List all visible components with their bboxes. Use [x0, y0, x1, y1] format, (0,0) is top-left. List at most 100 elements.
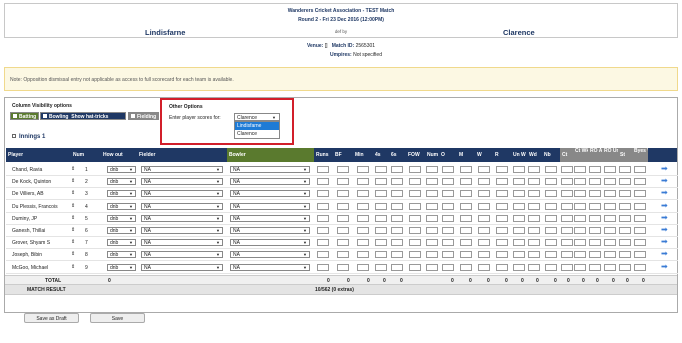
save-button[interactable]: Save — [90, 313, 145, 323]
m-input[interactable] — [459, 166, 472, 173]
fours-input[interactable] — [374, 190, 387, 198]
min-input[interactable] — [356, 202, 369, 210]
innings-title[interactable]: Innings 1 — [12, 134, 45, 140]
roas-input[interactable] — [589, 166, 601, 173]
rouna-input[interactable] — [603, 202, 616, 210]
save-draft-button[interactable]: Save as Draft — [24, 313, 79, 323]
runs-input[interactable] — [317, 166, 329, 173]
o-input[interactable] — [441, 214, 454, 222]
fielder-select[interactable]: NA ▼ — [141, 263, 223, 271]
arrow-right-icon[interactable]: ➡ — [661, 164, 668, 173]
reorder-icon[interactable]: ⇕ — [71, 203, 75, 209]
ctwk-input[interactable] — [574, 251, 586, 259]
st-input[interactable] — [619, 251, 631, 259]
o-input[interactable] — [441, 202, 454, 210]
roas-input[interactable] — [589, 251, 601, 259]
bowler-select[interactable]: NA ▼ — [230, 227, 310, 234]
w-input[interactable] — [477, 239, 490, 247]
bf-input[interactable] — [336, 239, 349, 247]
w-input[interactable] — [477, 190, 490, 198]
sixes-input[interactable] — [391, 190, 403, 198]
rouna-input[interactable] — [603, 251, 616, 259]
num2-input[interactable] — [426, 214, 438, 222]
rouna-input[interactable] — [603, 227, 616, 234]
sixes-input[interactable] — [391, 239, 403, 247]
r-input[interactable] — [495, 227, 508, 234]
byeswk-input[interactable] — [633, 239, 646, 247]
ct-input[interactable] — [561, 239, 573, 247]
bowler-select[interactable]: NA ▼ — [230, 202, 310, 210]
fours-input[interactable] — [374, 166, 387, 173]
w-input[interactable] — [477, 263, 490, 271]
nb-input[interactable] — [544, 263, 557, 271]
r-input[interactable] — [495, 251, 508, 259]
byeswk-input[interactable] — [633, 178, 646, 186]
nb-input[interactable] — [544, 166, 557, 173]
rouna-input[interactable] — [603, 214, 616, 222]
num2-input[interactable] — [426, 166, 438, 173]
unw-input[interactable] — [512, 263, 525, 271]
nb-input[interactable] — [544, 251, 557, 259]
w-input[interactable] — [477, 166, 490, 173]
o-input[interactable] — [441, 190, 454, 198]
m-input[interactable] — [459, 178, 472, 186]
m-input[interactable] — [459, 239, 472, 247]
wd-input[interactable] — [528, 214, 540, 222]
wd-input[interactable] — [528, 202, 540, 210]
wd-input[interactable] — [528, 263, 540, 271]
runs-input[interactable] — [317, 202, 329, 210]
how-out-select[interactable]: dnb ▼ — [107, 263, 136, 271]
ct-input[interactable] — [561, 166, 573, 173]
roas-input[interactable] — [589, 263, 601, 271]
o-input[interactable] — [441, 178, 454, 186]
st-input[interactable] — [619, 239, 631, 247]
w-input[interactable] — [477, 178, 490, 186]
wd-input[interactable] — [528, 227, 540, 234]
st-input[interactable] — [619, 178, 631, 186]
num2-input[interactable] — [426, 263, 438, 271]
runs-input[interactable] — [317, 190, 329, 198]
m-input[interactable] — [459, 263, 472, 271]
rouna-input[interactable] — [603, 166, 616, 173]
min-input[interactable] — [356, 190, 369, 198]
unw-input[interactable] — [512, 227, 525, 234]
team-select[interactable]: Clarence ▼ — [234, 113, 280, 121]
byeswk-input[interactable] — [633, 166, 646, 173]
fielding-toggle[interactable]: Fielding — [128, 112, 160, 120]
fours-input[interactable] — [374, 239, 387, 247]
how-out-select[interactable]: dnb ▼ — [107, 227, 136, 234]
runs-input[interactable] — [317, 178, 329, 186]
byeswk-input[interactable] — [633, 214, 646, 222]
st-input[interactable] — [619, 214, 631, 222]
byeswk-input[interactable] — [633, 202, 646, 210]
bf-input[interactable] — [336, 178, 349, 186]
bf-input[interactable] — [336, 214, 349, 222]
fow-input[interactable] — [409, 214, 421, 222]
nb-input[interactable] — [544, 202, 557, 210]
roas-input[interactable] — [589, 190, 601, 198]
bf-input[interactable] — [336, 166, 349, 173]
wd-input[interactable] — [528, 166, 540, 173]
sixes-input[interactable] — [391, 178, 403, 186]
fours-input[interactable] — [374, 227, 387, 234]
fow-input[interactable] — [409, 166, 421, 173]
ct-input[interactable] — [561, 178, 573, 186]
o-input[interactable] — [441, 166, 454, 173]
unw-input[interactable] — [512, 239, 525, 247]
bf-input[interactable] — [336, 227, 349, 234]
num2-input[interactable] — [426, 227, 438, 234]
ctwk-input[interactable] — [574, 214, 586, 222]
m-input[interactable] — [459, 190, 472, 198]
ct-input[interactable] — [561, 263, 573, 271]
byeswk-input[interactable] — [633, 190, 646, 198]
min-input[interactable] — [356, 227, 369, 234]
st-input[interactable] — [619, 166, 631, 173]
bowler-select[interactable]: NA ▼ — [230, 178, 310, 186]
rouna-input[interactable] — [603, 263, 616, 271]
bowler-select[interactable]: NA ▼ — [230, 263, 310, 271]
how-out-select[interactable]: dnb ▼ — [107, 166, 136, 173]
nb-input[interactable] — [544, 214, 557, 222]
ctwk-input[interactable] — [574, 239, 586, 247]
bowler-select[interactable]: NA ▼ — [230, 251, 310, 259]
unw-input[interactable] — [512, 166, 525, 173]
